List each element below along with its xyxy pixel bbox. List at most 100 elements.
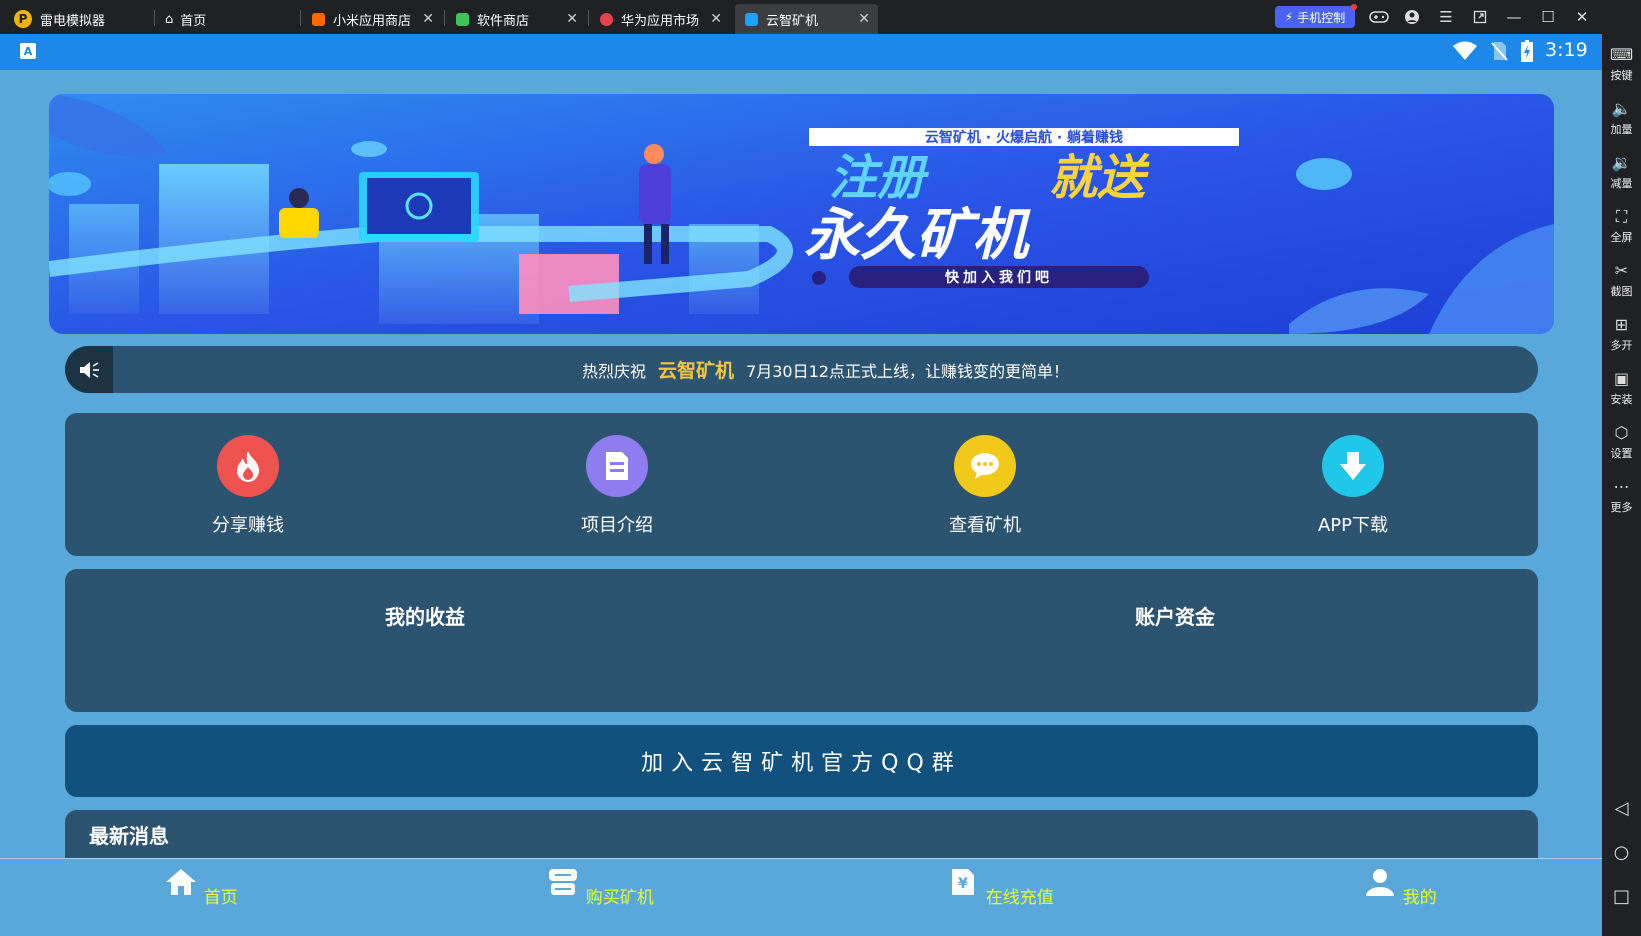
sidebar-item-label: 截图 xyxy=(1610,285,1633,298)
sidebar-item-fullscreen[interactable]: ⛶ 全屏 xyxy=(1602,208,1641,245)
sidebar-item-keymap[interactable]: ⌨ 按键 xyxy=(1602,46,1641,83)
account-icon[interactable] xyxy=(1400,6,1424,28)
latest-news-panel: 最新消息 xyxy=(65,810,1538,858)
app-name: 雷电模拟器 xyxy=(40,13,106,29)
quick-menu: 分享赚钱 项目介绍 查看矿机 APP下载 xyxy=(65,413,1538,556)
android-status-bar: A 3:19 xyxy=(0,34,1602,70)
no-sim-icon xyxy=(1491,42,1508,61)
minimize-icon[interactable]: — xyxy=(1502,6,1526,28)
maximize-icon[interactable]: ☐ xyxy=(1536,6,1560,28)
nav-mine[interactable]: 我的 xyxy=(1340,867,1460,908)
sidebar-item-install[interactable]: ▣ 安装 xyxy=(1602,370,1641,407)
menu-label: APP下载 xyxy=(1317,515,1389,536)
tab-label: 华为应用市场 xyxy=(621,13,700,29)
nav-buy-miners[interactable]: 购买矿机 xyxy=(540,867,660,908)
keyboard-icon: ⌨ xyxy=(1609,45,1634,64)
tab-xiaomi-store[interactable]: 小米应用商店 ✕ xyxy=(302,4,442,34)
back-icon[interactable]: ◁ xyxy=(1602,798,1641,819)
chat-bubble-icon xyxy=(954,435,1016,497)
shop-icon xyxy=(549,869,578,895)
gamepad-icon[interactable] xyxy=(1367,6,1391,28)
notification-a-icon: A xyxy=(20,43,36,59)
banner-headline-part1: 注册 xyxy=(829,150,930,206)
tab-label: 小米应用商店 xyxy=(333,13,412,29)
close-icon[interactable]: ✕ xyxy=(566,11,578,27)
nav-home[interactable]: 首页 xyxy=(141,867,261,908)
tab-yunzhi[interactable]: 云智矿机 ✕ xyxy=(735,4,878,34)
restore-window-icon[interactable] xyxy=(1468,6,1492,28)
sidebar-item-volume-down[interactable]: 🔉 减量 xyxy=(1602,154,1641,191)
sidebar-item-multi[interactable]: ⊞ 多开 xyxy=(1602,316,1641,353)
sidebar-item-settings[interactable]: ⬡ 设置 xyxy=(1602,424,1641,461)
close-icon[interactable]: ✕ xyxy=(858,11,870,27)
document-icon xyxy=(586,435,648,497)
earnings-panel: 我的收益 账户资金 xyxy=(65,569,1538,712)
svg-text:¥: ¥ xyxy=(958,876,968,892)
battery-charging-icon xyxy=(1521,40,1533,62)
nav-label: 购买矿机 xyxy=(585,888,654,908)
scissors-icon: ✂ xyxy=(1614,261,1629,280)
sidebar-item-label: 加量 xyxy=(1610,123,1633,136)
apk-install-icon: ▣ xyxy=(1613,369,1630,388)
tab-label: 云智矿机 xyxy=(766,13,819,29)
app-screen: 云智矿机 · 火爆启航 · 躺着赚钱 注册 就送 永久矿机 快加入我们吧 热烈庆… xyxy=(0,70,1602,858)
recharge-icon: ¥ xyxy=(952,869,975,895)
android-home-icon[interactable]: ○ xyxy=(1602,842,1641,863)
join-qq-group-button[interactable]: 加入云智矿机官方QQ群 xyxy=(65,725,1538,797)
home-icon: ⌂ xyxy=(165,11,174,27)
sidebar-item-label: 按键 xyxy=(1610,69,1633,82)
menu-app-download[interactable]: APP下载 xyxy=(1253,431,1453,537)
sidebar-item-volume-up[interactable]: 🔈 加量 xyxy=(1602,100,1641,137)
emulator-title-bar: P 雷电模拟器 ⌂ 首页 小米应用商店 ✕ 软件商店 ✕ 华为应用市场 ✕ 云智… xyxy=(0,0,1641,34)
close-icon[interactable]: ✕ xyxy=(422,11,434,27)
announcement-text: 热烈庆祝 云智矿机 7月30日12点正式上线，让赚钱变的更简单！ xyxy=(113,346,1538,393)
menu-view-miners[interactable]: 查看矿机 xyxy=(885,431,1085,537)
lightning-icon: ⚡ xyxy=(1284,10,1294,24)
notification-dot xyxy=(1351,4,1357,10)
yunzhi-app-icon xyxy=(745,12,758,26)
my-earnings-label: 我的收益 xyxy=(385,605,465,629)
tab-software-store[interactable]: 软件商店 ✕ xyxy=(446,4,586,34)
nav-label: 我的 xyxy=(1402,888,1437,908)
announcement-suffix: 7月30日12点正式上线，让赚钱变的更简单！ xyxy=(746,361,1069,381)
user-icon xyxy=(1366,869,1395,896)
close-icon[interactable]: ✕ xyxy=(710,11,722,27)
banner-tagline: 云智矿机 · 火爆启航 · 躺着赚钱 xyxy=(925,129,1123,146)
promo-banner[interactable]: 云智矿机 · 火爆启航 · 躺着赚钱 注册 就送 永久矿机 快加入我们吧 xyxy=(49,94,1554,334)
phone-control-button[interactable]: ⚡ 手机控制 xyxy=(1275,4,1357,28)
sidebar-item-more[interactable]: ⋯ 更多 xyxy=(1602,478,1641,515)
nav-label: 首页 xyxy=(203,888,238,908)
announcement-prefix: 热烈庆祝 xyxy=(582,361,647,381)
banner-illustration: 云智矿机 · 火爆启航 · 躺着赚钱 注册 就送 永久矿机 快加入我们吧 xyxy=(49,94,1554,334)
menu-icon[interactable]: ☰ xyxy=(1434,6,1458,28)
tab-huawei-market[interactable]: 华为应用市场 ✕ xyxy=(590,4,730,34)
sidebar-item-screenshot[interactable]: ✂ 截图 xyxy=(1602,262,1641,299)
sidebar-item-label: 全屏 xyxy=(1610,231,1633,244)
menu-project-intro[interactable]: 项目介绍 xyxy=(517,431,717,537)
tab-emulator-home[interactable]: P 雷电模拟器 xyxy=(4,4,149,34)
bottom-navigation: 首页 购买矿机 ¥ 在线充值 我的 xyxy=(0,858,1602,936)
banner-headline-part2: 就送 xyxy=(1049,150,1150,206)
window-close-icon[interactable]: ✕ xyxy=(1570,6,1594,28)
wifi-icon xyxy=(1453,41,1477,60)
sidebar-item-label: 更多 xyxy=(1610,501,1633,514)
latest-news-title: 最新消息 xyxy=(89,824,169,848)
speaker-icon xyxy=(65,346,113,393)
nav-label: 在线充值 xyxy=(985,888,1054,908)
sidebar-item-label: 设置 xyxy=(1610,447,1633,460)
announcement-brand: 云智矿机 xyxy=(658,360,735,382)
phone-control-label: 手机控制 xyxy=(1297,10,1346,25)
sidebar-item-label: 减量 xyxy=(1610,177,1633,190)
banner-cta: 快加入我们吧 xyxy=(945,269,1053,286)
nav-recharge[interactable]: ¥ 在线充值 xyxy=(940,867,1060,908)
settings-icon: ⬡ xyxy=(1614,423,1629,442)
tab-label: 软件商店 xyxy=(477,13,530,29)
huawei-market-icon xyxy=(600,12,613,26)
recents-icon[interactable]: □ xyxy=(1602,886,1641,907)
menu-label: 查看矿机 xyxy=(949,515,1021,536)
download-icon xyxy=(1322,435,1384,497)
sidebar-item-label: 多开 xyxy=(1610,339,1633,352)
emulator-logo-icon: P xyxy=(14,10,32,28)
tab-home[interactable]: ⌂ 首页 xyxy=(155,4,298,34)
menu-share-earn[interactable]: 分享赚钱 xyxy=(148,431,348,537)
